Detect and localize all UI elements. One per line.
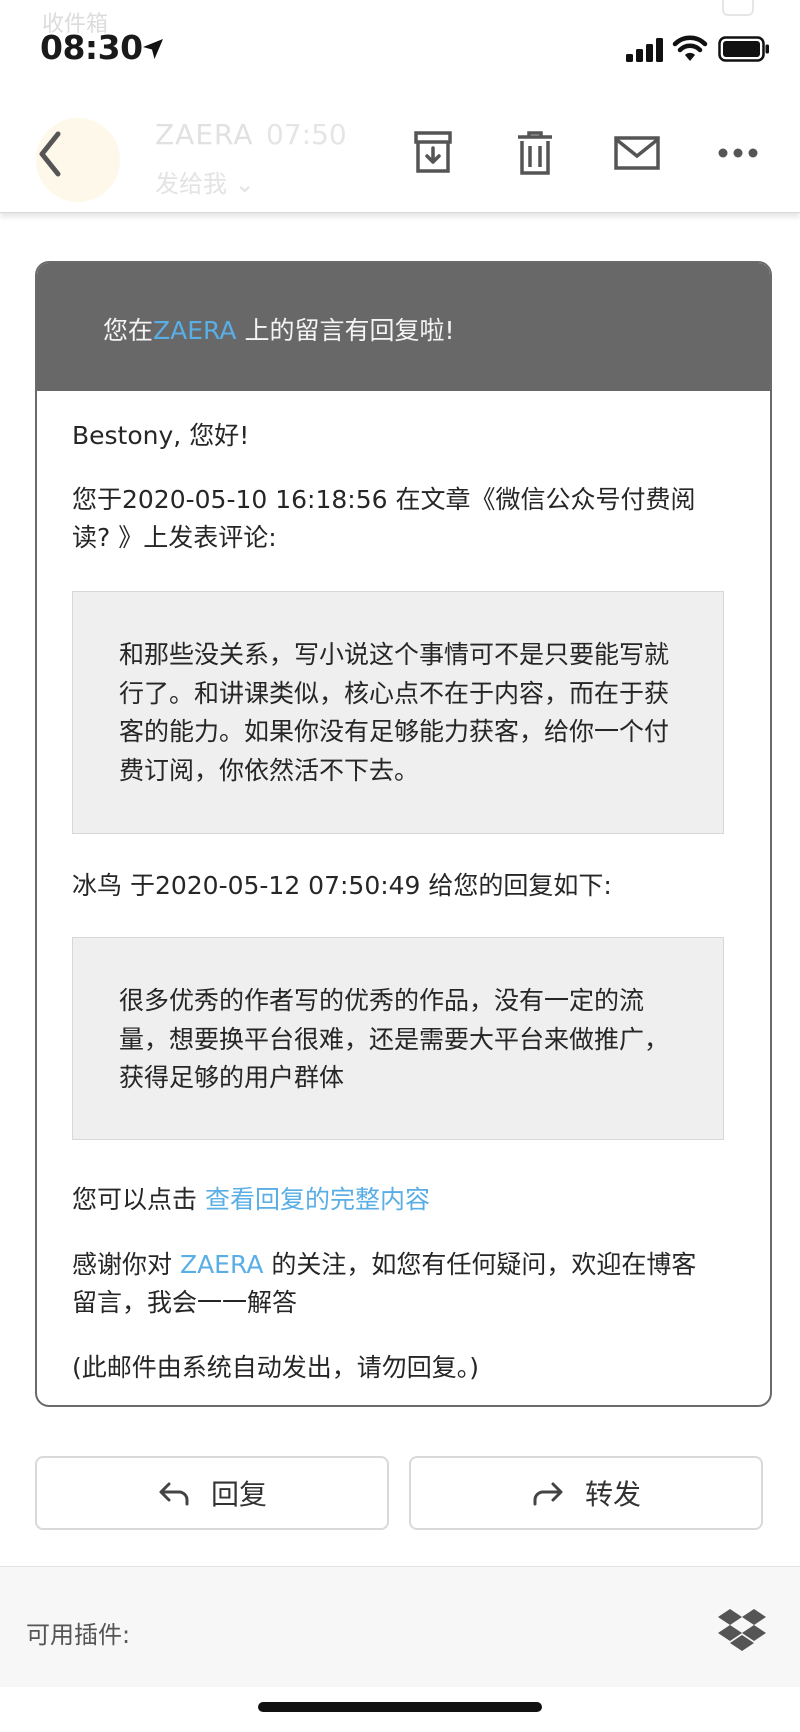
- forward-arrow-icon: [533, 1482, 563, 1506]
- forward-button[interactable]: 转发: [409, 1456, 763, 1530]
- greeting: Bestony, 您好!: [72, 421, 250, 450]
- reply-intro: 冰鸟 于2020-05-12 07:50:49 给您的回复如下:: [72, 871, 612, 900]
- ghost-flag-icon: [722, 0, 754, 16]
- sender-time: 07:50: [266, 118, 347, 151]
- reply-line: 获得足够的用户群体: [119, 1063, 345, 1092]
- header-post: 上的留言有回复啦!: [236, 316, 455, 345]
- thanks-line-2: 留言，我会一一解答: [72, 1288, 298, 1317]
- reply-quote: 很多优秀的作者写的优秀的作品，没有一定的流 量，想要换平台很难，还是需要大平台来…: [72, 937, 724, 1140]
- thanks-post: 的关注，如您有任何疑问，欢迎在博客: [263, 1250, 697, 1279]
- reply-arrow-icon: [159, 1482, 189, 1506]
- reply-label: 回复: [210, 1478, 267, 1511]
- message-card: 您在ZAERA 上的留言有回复啦! Bestony, 您好! 您于2020-05…: [35, 261, 772, 1407]
- comment-line: 和那些没关系，写小说这个事情可不是只要能写就: [119, 640, 670, 669]
- reply-line: 量，想要换平台很难，还是需要大平台来做推广，: [119, 1024, 670, 1054]
- view-full-reply-link[interactable]: 查看回复的完整内容: [205, 1185, 430, 1214]
- plugins-label: 可用插件:: [26, 1621, 131, 1649]
- card-header: 您在ZAERA 上的留言有回复啦!: [37, 263, 770, 391]
- more-icon[interactable]: [716, 128, 760, 178]
- location-arrow-icon: [143, 39, 163, 59]
- battery-icon: [718, 36, 769, 62]
- cellular-signal-icon: [626, 36, 666, 62]
- home-indicator[interactable]: [258, 1702, 542, 1712]
- header-pre: 您在: [103, 316, 154, 345]
- comment-intro-line-1: 您于2020-05-10 16:18:56 在文章《微信公众号付费阅: [72, 485, 696, 514]
- mail-icon[interactable]: [613, 128, 661, 178]
- dropbox-icon[interactable]: [716, 1605, 768, 1657]
- card-header-title: 您在ZAERA 上的留言有回复啦!: [103, 311, 454, 347]
- wifi-icon: [672, 35, 708, 61]
- reply-button[interactable]: 回复: [35, 1456, 389, 1530]
- comment-intro-line-2: 读? 》上发表评论:: [72, 523, 277, 552]
- plugin-bar: 可用插件:: [0, 1566, 800, 1687]
- status-bar: 收件箱 08:30: [0, 0, 800, 100]
- thanks-brand-link[interactable]: ZAERA: [180, 1250, 263, 1279]
- thanks-line-1: 感谢你对 ZAERA 的关注，如您有任何疑问，欢迎在博客: [72, 1246, 696, 1284]
- status-time: 08:30: [40, 28, 143, 67]
- comment-line: 行了。和讲课类似，核心点不在于内容，而在于获: [119, 678, 670, 708]
- sender-name: ZAERA: [155, 118, 254, 151]
- back-icon[interactable]: [28, 124, 68, 184]
- thanks-pre: 感谢你对: [72, 1250, 180, 1279]
- view-full-reply-row: 您可以点击 查看回复的完整内容: [72, 1181, 430, 1219]
- click-prefix: 您可以点击: [72, 1185, 205, 1214]
- recipient-label[interactable]: 发给我 ⌄: [155, 164, 255, 199]
- mail-toolbar: ZAERA 07:50 发给我 ⌄: [0, 100, 800, 213]
- archive-icon[interactable]: [408, 128, 458, 178]
- trash-icon[interactable]: [510, 128, 560, 178]
- forward-label: 转发: [584, 1478, 641, 1511]
- comment-quote: 和那些没关系，写小说这个事情可不是只要能写就 行了。和讲课类似，核心点不在于内容…: [72, 591, 724, 834]
- comment-line: 费订阅，你依然活不下去。: [119, 755, 420, 785]
- reply-line: 很多优秀的作者写的优秀的作品，没有一定的流: [119, 986, 645, 1015]
- header-brand[interactable]: ZAERA: [153, 316, 236, 345]
- comment-line: 客的能力。如果你没有足够能力获客，给你一个付: [119, 717, 670, 746]
- auto-note: (此邮件由系统自动发出，请勿回复。): [72, 1353, 480, 1382]
